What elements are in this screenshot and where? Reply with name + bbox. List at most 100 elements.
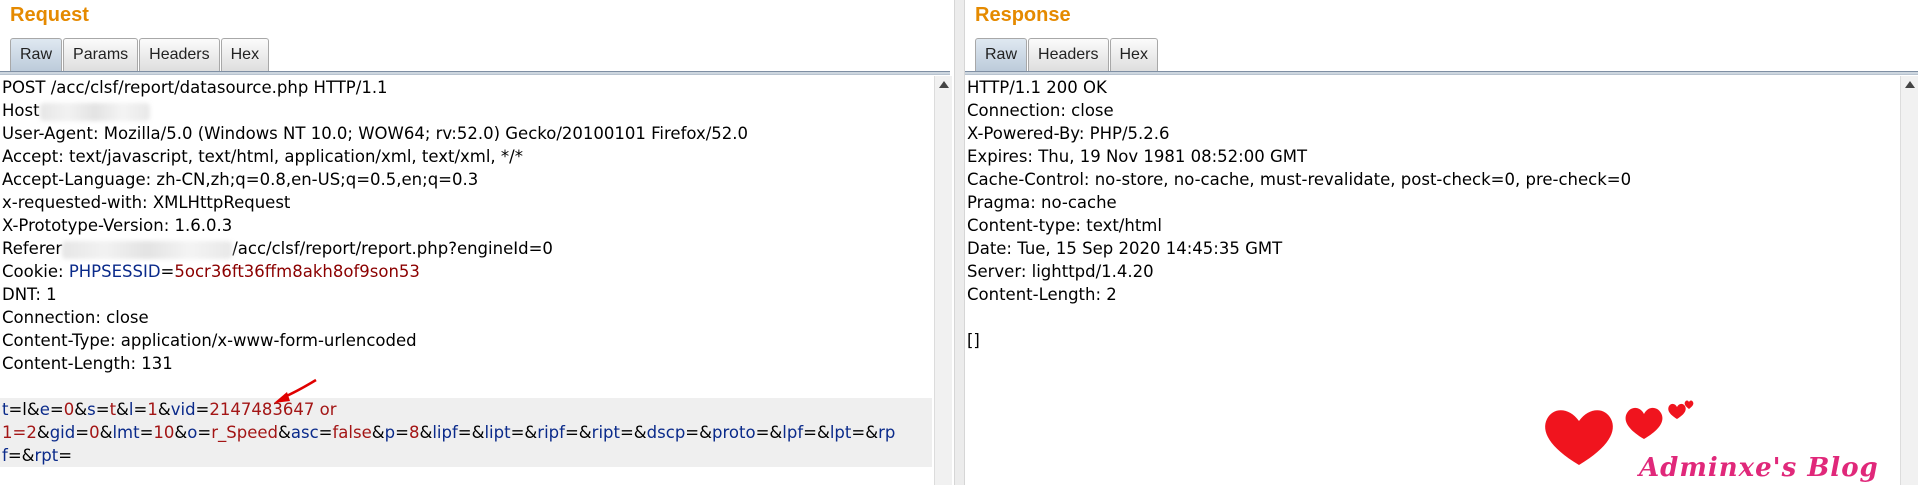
param-name: rp <box>878 423 896 442</box>
param-separator: = <box>395 423 409 442</box>
response-line: HTTP/1.1 200 OK <box>967 78 1107 97</box>
param-separator: = <box>139 423 154 442</box>
param-separator: = <box>95 400 110 419</box>
response-scrollbar[interactable] <box>1900 76 1918 485</box>
param-separator: = <box>133 400 148 419</box>
param-name: vid <box>170 400 196 419</box>
param-name: o <box>187 423 198 442</box>
request-body-line: 1=2&gid=0&lmt=10&o=r_Speed&asc=false&p=8… <box>0 421 932 444</box>
response-pane: Response Raw Headers Hex HTTP/1.1 200 OK… <box>965 0 1918 485</box>
response-tab-underline <box>965 71 1918 75</box>
tab-headers[interactable]: Headers <box>139 38 220 71</box>
watermark-logo: Adminxe's Blog <box>1539 395 1878 485</box>
referer-label: Referer <box>2 239 63 258</box>
response-line: Server: lighttpd/1.4.20 <box>967 262 1154 281</box>
tab-headers[interactable]: Headers <box>1028 38 1109 71</box>
param-value: false <box>332 423 372 442</box>
response-title: Response <box>975 4 1071 26</box>
param-name: p <box>384 423 396 442</box>
response-body: [] <box>967 331 980 350</box>
header-cookie: Cookie: PHPSESSID=5ocr36ft36ffm8akh8of9s… <box>0 260 932 283</box>
param-name: lpt <box>829 423 852 442</box>
param-name: lipt <box>484 423 511 442</box>
tab-raw[interactable]: Raw <box>975 38 1028 71</box>
header-content-type: Content-Type: application/x-www-form-url… <box>2 331 417 350</box>
tab-hex[interactable]: Hex <box>220 38 270 71</box>
header-dnt: DNT: 1 <box>2 285 57 304</box>
param-separator: & <box>99 423 113 442</box>
request-editor[interactable]: POST /acc/clsf/report/datasource.php HTT… <box>0 76 932 485</box>
split-pane-divider[interactable] <box>954 0 965 485</box>
tab-params[interactable]: Params <box>63 38 139 71</box>
response-tabs: Raw Headers Hex <box>975 38 1159 72</box>
param-separator: & <box>74 400 88 419</box>
param-name: ripf <box>537 423 565 442</box>
param-name: s <box>87 400 96 419</box>
cookie-value: 5ocr36ft36ffm8akh8of9son53 <box>174 262 420 281</box>
request-title: Request <box>10 4 89 26</box>
request-body-line: f=&rpt= <box>0 444 932 467</box>
redacted-host <box>39 102 150 121</box>
request-line: POST /acc/clsf/report/datasource.php HTT… <box>2 78 388 97</box>
param-value: 0 <box>63 400 75 419</box>
param-separator: =& <box>510 423 538 442</box>
response-line: X-Powered-By: PHP/5.2.6 <box>967 124 1170 143</box>
header-x-requested-with: x-requested-with: XMLHttpRequest <box>2 193 291 212</box>
request-scrollbar[interactable] <box>934 76 952 485</box>
watermark-text: Adminxe's Blog <box>1639 453 1879 483</box>
param-separator: = <box>75 423 90 442</box>
redacted-referer-host <box>62 240 233 259</box>
param-name: e <box>39 400 50 419</box>
param-value: 10 <box>153 423 175 442</box>
param-name: lpf <box>782 423 804 442</box>
response-line: Cache-Control: no-store, no-cache, must-… <box>967 170 1632 189</box>
param-separator: & <box>157 400 171 419</box>
param-value: 8 <box>408 423 420 442</box>
cookie-label: Cookie: <box>2 262 69 281</box>
param-separator: = <box>58 446 73 465</box>
response-line: Connection: close <box>967 101 1114 120</box>
request-body-line: t=l&e=0&s=t&l=1&vid=2147483647 or <box>0 398 932 421</box>
param-separator: & <box>278 423 291 442</box>
param-name: lipf <box>432 423 458 442</box>
param-value: 1 <box>147 400 158 419</box>
header-accept: Accept: text/javascript, text/html, appl… <box>2 147 523 166</box>
param-value: 1=2 <box>2 423 37 442</box>
header-referer: Referer/acc/clsf/report/report.php?engin… <box>0 237 932 260</box>
request-tabs: Raw Params Headers Hex <box>10 38 270 72</box>
response-line: Expires: Thu, 19 Nov 1981 08:52:00 GMT <box>967 147 1308 166</box>
header-connection: Connection: close <box>2 308 149 327</box>
scroll-up-arrow-icon[interactable] <box>1905 81 1915 88</box>
param-separator: = <box>49 400 64 419</box>
request-line-host: Host <box>0 99 932 122</box>
param-separator: =& <box>619 423 647 442</box>
param-separator: =& <box>803 423 830 442</box>
param-separator: & <box>419 423 433 442</box>
host-label: Host <box>2 101 40 120</box>
header-content-length: Content-Length: 131 <box>2 354 173 373</box>
param-separator: & <box>174 423 188 442</box>
param-name: ript <box>591 423 620 442</box>
param-separator: & <box>371 423 385 442</box>
annotation-arrow-icon <box>274 378 317 403</box>
referer-path: /acc/clsf/report/report.php?engineId=0 <box>232 239 553 258</box>
param-separator: =l& <box>8 400 40 419</box>
param-name: dscp <box>646 423 686 442</box>
scroll-up-arrow-icon[interactable] <box>939 81 949 88</box>
param-value: r_Speed <box>211 423 278 442</box>
request-pane: Request Raw Params Headers Hex POST /acc… <box>0 0 954 485</box>
response-line: Pragma: no-cache <box>967 193 1117 212</box>
response-line: Date: Tue, 15 Sep 2020 14:45:35 GMT <box>967 239 1283 258</box>
request-tab-underline <box>0 71 950 75</box>
param-value: 0 <box>89 423 100 442</box>
tab-raw[interactable]: Raw <box>10 38 63 71</box>
header-user-agent: User-Agent: Mozilla/5.0 (Windows NT 10.0… <box>2 124 749 143</box>
param-name: proto <box>712 423 756 442</box>
request-body: t=l&e=0&s=t&l=1&vid=2147483647 or 1=2&gid… <box>0 398 932 467</box>
tab-hex[interactable]: Hex <box>1109 38 1158 71</box>
param-separator: =& <box>7 446 35 465</box>
header-x-prototype-version: X-Prototype-Version: 1.6.0.3 <box>2 216 233 235</box>
param-name: rpt <box>34 446 59 465</box>
